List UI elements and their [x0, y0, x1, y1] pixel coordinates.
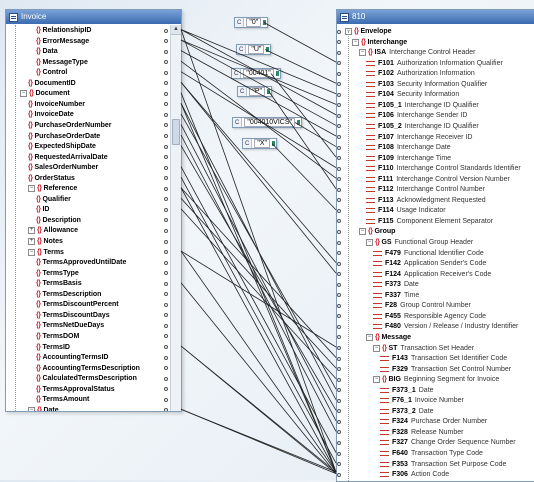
- mapping-connection[interactable]: [180, 71, 337, 168]
- mapping-connection[interactable]: [180, 39, 337, 126]
- mapping-connection[interactable]: [180, 187, 337, 473]
- mapping-connection[interactable]: [180, 50, 337, 137]
- constant-connection[interactable]: [263, 22, 337, 63]
- mapping-connection[interactable]: [180, 282, 337, 474]
- mapping-connection[interactable]: [180, 408, 337, 473]
- mapping-connection[interactable]: [180, 81, 337, 263]
- mapping-connection[interactable]: [180, 29, 337, 473]
- constant-connection[interactable]: [264, 49, 337, 84]
- mapping-connection[interactable]: [180, 208, 337, 379]
- mapping-connection[interactable]: [180, 250, 337, 473]
- constant-connection[interactable]: [270, 73, 337, 158]
- mapping-connection[interactable]: [180, 29, 337, 95]
- mapping-connections: [180, 22, 337, 474]
- mapping-connection[interactable]: [180, 187, 337, 358]
- constant-connection[interactable]: [268, 91, 337, 189]
- mapping-connection[interactable]: [180, 250, 337, 348]
- mapping-connection[interactable]: [180, 81, 337, 274]
- constant-connection[interactable]: [294, 122, 337, 147]
- mapping-connection[interactable]: [180, 177, 337, 464]
- mapping-connection[interactable]: [180, 103, 337, 473]
- mapping-connection[interactable]: [180, 92, 337, 473]
